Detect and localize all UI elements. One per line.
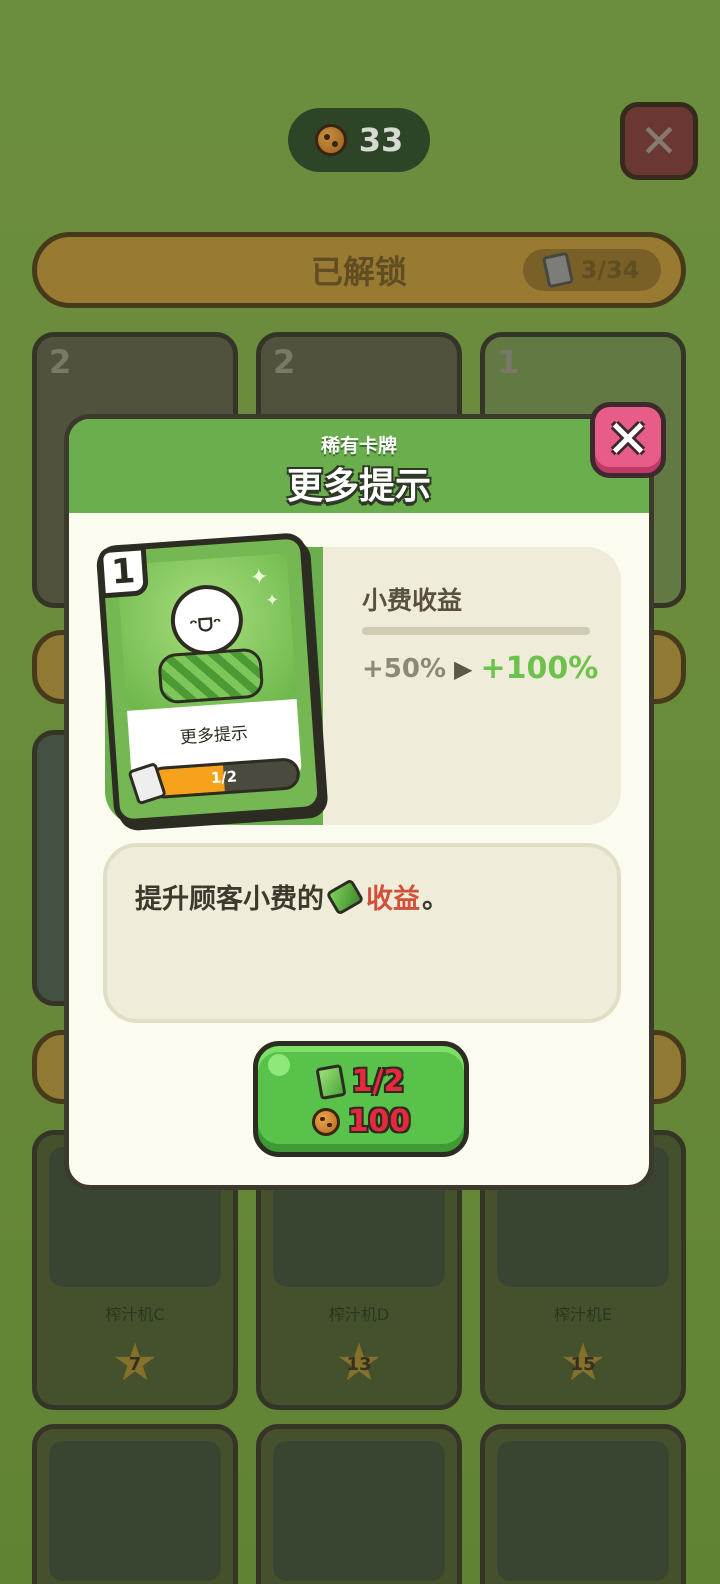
- close-icon: ✕: [606, 410, 650, 470]
- card-rarity: 稀有卡牌: [320, 435, 397, 457]
- cash-icon: [325, 877, 365, 916]
- card-name: 更多提示: [179, 723, 249, 749]
- card-detail-modal: 稀有卡牌 更多提示 小费收益 +50% ▶ +100% ✦ ✦ ᵔᗜᵔ 1 更多…: [64, 414, 654, 1190]
- modal-header: 稀有卡牌 更多提示: [69, 419, 649, 513]
- description-prefix: 提升顾客小费的: [135, 884, 324, 915]
- card-cost-row: 1/2: [258, 1063, 464, 1100]
- character-head: ᵔᗜᵔ: [168, 582, 246, 658]
- stat-new-value: +100%: [480, 651, 599, 686]
- card-cost: 1/2: [351, 1064, 405, 1099]
- card-level-badge: 1: [97, 545, 149, 599]
- description-text: 提升顾客小费的 收益 。: [135, 877, 449, 916]
- coin-cost-row: 100: [258, 1104, 464, 1139]
- description-highlight: 收益: [366, 884, 420, 915]
- character-face: ᵔᗜᵔ: [188, 614, 223, 638]
- sparkle-icon: ✦: [264, 590, 280, 610]
- upgrade-button[interactable]: 1/2 100: [253, 1041, 469, 1157]
- modal-title: 更多提示: [286, 466, 431, 507]
- description-suffix: 。: [422, 884, 449, 915]
- card-icon: [315, 1063, 347, 1100]
- description-panel: 提升顾客小费的 收益 。: [103, 843, 621, 1023]
- arrow-right-icon: ▶: [454, 654, 473, 683]
- stat-old-value: +50%: [362, 653, 447, 684]
- cookie-icon: [311, 1107, 340, 1136]
- card-preview: ✦ ✦ ᵔᗜᵔ 1 更多提示 1/2: [95, 532, 325, 826]
- sparkle-icon: ✦: [249, 564, 270, 591]
- coin-cost: 100: [347, 1104, 411, 1139]
- stat-divider: [362, 627, 590, 635]
- stat-label: 小费收益: [362, 586, 463, 615]
- money-pile-icon: [157, 647, 265, 705]
- modal-close-button[interactable]: ✕: [590, 402, 666, 478]
- stat-values: +50% ▶ +100%: [362, 651, 598, 686]
